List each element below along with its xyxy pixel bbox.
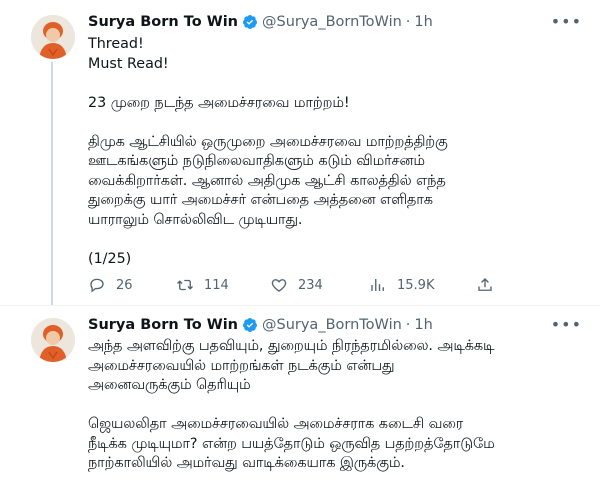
text-line: ஊடகங்களும் நடுநிலைவாதிகளும் கடும் விமர்ச… [88,153,425,169]
tweet-header: Surya Born To Win @Surya_BornToWin · 1h [88,12,583,32]
text-line: அந்த அளவிற்கு பதவியும், துறையும் நிரந்தர… [88,338,495,354]
share-button[interactable] [476,276,504,294]
thread-counter: (1/25) [88,250,132,267]
timestamp[interactable]: 1h [414,14,432,30]
views-icon [371,279,384,291]
retweet-icon [177,279,193,291]
text-line: 23 முறை நடந்த அமைச்சரவை மாற்றம்! [88,94,350,111]
thread-connector-line [51,62,53,305]
author-name[interactable]: Surya Born To Win [88,317,238,333]
views-button[interactable]: 15.9K [369,276,434,294]
retweet-count: 114 [204,277,229,293]
reply-count: 26 [116,277,133,293]
tweet-text: Thread! Must Read! 23 முறை நடந்த அமைச்சர… [88,35,583,269]
author-name[interactable]: Surya Born To Win [88,14,238,30]
verified-badge-icon [242,317,258,333]
avatar[interactable] [31,15,75,59]
like-icon [271,279,287,292]
more-icon[interactable]: ••• [551,12,582,31]
text-line: யாராலும் சொல்லிவிட முடியாது. [88,211,303,228]
author-handle[interactable]: @Surya_BornToWin [262,14,402,30]
reply-button[interactable]: 26 [88,276,133,294]
separator-dot: · [405,317,411,333]
tweet-text: அந்த அளவிற்கு பதவியும், துறையும் நிரந்தர… [88,337,583,474]
avatar[interactable] [31,318,75,362]
tweet-2[interactable]: Surya Born To Win @Surya_BornToWin · 1h … [0,305,600,481]
verified-badge-icon [242,14,258,30]
text-line: Thread! [88,36,144,52]
reply-icon [90,278,104,293]
text-line: அனைவருக்கும் தெரியும் [88,377,251,393]
text-line: வைக்கிறார்கள். ஆனால் அதிமுக ஆட்சி காலத்த… [88,172,446,189]
text-line: அமைச்சரவையில் மாற்றங்கள் நடக்கும் என்பது [88,357,395,374]
timestamp[interactable]: 1h [414,317,432,333]
text-line: திமுக ஆட்சியில் ஒருமுறை அமைச்சரவை மாற்றத… [88,133,448,150]
text-line: துறைக்கு யார் அமைச்சர் என்பதை அத்தனை எளி… [88,192,433,208]
tweet-1[interactable]: Surya Born To Win @Surya_BornToWin · 1h … [0,0,600,306]
more-icon[interactable]: ••• [551,315,582,334]
tweet-header: Surya Born To Win @Surya_BornToWin · 1h [88,315,583,335]
view-count: 15.9K [397,277,435,293]
share-icon [478,278,492,291]
author-handle[interactable]: @Surya_BornToWin [262,317,402,333]
separator-dot: · [405,14,411,30]
like-count: 234 [298,277,323,293]
text-line: Must Read! [88,55,169,72]
like-button[interactable]: 234 [270,276,323,294]
tweet-actions: 26 114 234 15.9K [88,275,508,295]
retweet-button[interactable]: 114 [176,276,229,294]
text-line: ஜெயலலிதா அமைச்சரவையில் அமைச்சராக கடைசி வ… [88,416,464,432]
text-line: நீடிக்க முடியுமா? என்ற பயத்தோடும் ஒருவித… [88,435,495,452]
text-line: நாற்காலியில் அமர்வது வாடிக்கையாக இருக்கு… [88,455,405,471]
